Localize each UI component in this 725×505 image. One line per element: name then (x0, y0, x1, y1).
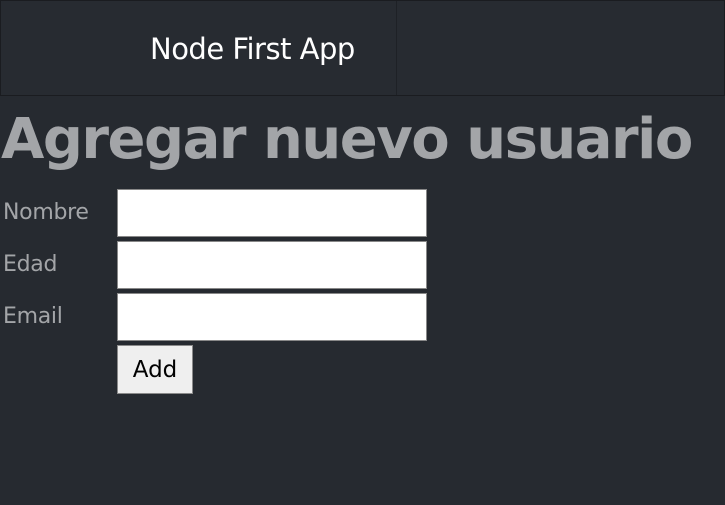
nombre-input[interactable] (117, 189, 427, 237)
page-title: Agregar nuevo usuario (1, 107, 693, 172)
add-button[interactable]: Add (117, 345, 193, 394)
email-input[interactable] (117, 293, 427, 341)
nombre-label: Nombre (3, 200, 89, 225)
app-title[interactable]: Node First App (150, 31, 355, 67)
header-brand-column: Node First App (1, 1, 397, 95)
edad-label: Edad (3, 252, 58, 277)
edad-input[interactable] (117, 241, 427, 289)
email-label: Email (3, 304, 63, 329)
app-header: Node First App (0, 0, 725, 96)
